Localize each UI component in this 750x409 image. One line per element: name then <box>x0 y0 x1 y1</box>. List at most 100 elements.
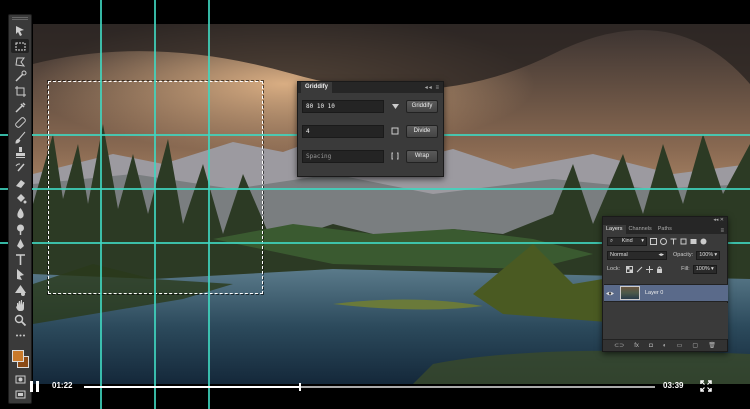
panel-controls[interactable]: ◂◂ ✕ <box>603 217 727 224</box>
trash-icon[interactable]: 🗑 <box>708 342 716 349</box>
spacing-input[interactable]: Spacing <box>302 149 384 163</box>
marquee-icon[interactable] <box>11 39 29 54</box>
edit-toolbar-icon[interactable] <box>11 329 29 343</box>
fullscreen-icon[interactable] <box>700 380 712 392</box>
lock-pixels-icon[interactable] <box>636 266 643 273</box>
tab-layers[interactable]: Layers <box>603 225 626 234</box>
image-filter-icon[interactable] <box>650 237 657 245</box>
griddify-button[interactable]: Griddify <box>406 99 438 113</box>
chevron-down-icon: ▾ <box>710 265 714 272</box>
kind-label: Kind <box>621 237 633 244</box>
lock-all-icon[interactable] <box>656 266 663 273</box>
current-time: 01:22 <box>52 381 73 390</box>
hand-icon[interactable] <box>11 298 29 312</box>
tab-channels[interactable]: Channels <box>626 225 655 234</box>
shape-filter-icon[interactable] <box>680 238 687 245</box>
seek-bar[interactable] <box>84 383 655 391</box>
divide-button[interactable]: Divide <box>406 124 438 138</box>
opacity-value: 100% <box>699 251 714 258</box>
new-layer-icon[interactable]: ▢ <box>692 342 698 349</box>
video-controls: 01:22 03:39 <box>0 375 750 397</box>
eraser-icon[interactable] <box>11 176 29 190</box>
path-select-icon[interactable] <box>11 268 29 282</box>
opacity-input[interactable]: 100% ▾ <box>696 250 721 260</box>
smart-object-filter-icon[interactable] <box>690 238 697 245</box>
type-filter-icon[interactable] <box>670 238 677 245</box>
chevron-down-icon: ▾ <box>641 237 644 244</box>
eyedropper-icon[interactable] <box>11 100 29 114</box>
color-swatches[interactable] <box>10 348 30 369</box>
filter-row: ⌕ Kind ▾ <box>603 234 727 248</box>
panel-grip[interactable] <box>12 17 28 20</box>
griddify-row: 80 10 10 Griddify <box>302 99 441 113</box>
layers-panel: ◂◂ ✕ Layers Channels Paths ≡ ⌕ Kind ▾ No… <box>602 216 728 352</box>
wrap-button[interactable]: Wrap <box>406 149 438 163</box>
lock-label: Lock: <box>607 266 621 272</box>
panel-header[interactable]: Griddify ◂◂ ≡ <box>298 82 443 93</box>
guide-vertical[interactable] <box>208 0 210 409</box>
fill-input[interactable]: 100% ▾ <box>692 264 717 274</box>
seek-bar-progress <box>84 386 299 388</box>
grid-spec-input[interactable]: 80 10 10 <box>302 99 384 113</box>
layer-thumbnail <box>620 286 640 300</box>
wrap-row: Spacing Wrap <box>302 149 441 163</box>
divide-square-icon[interactable] <box>388 125 402 138</box>
brush-icon[interactable] <box>11 131 29 145</box>
opacity-label: Opacity: <box>673 252 694 258</box>
history-brush-icon[interactable] <box>11 161 29 175</box>
fx-icon[interactable]: fx <box>634 343 639 349</box>
divide-input[interactable]: 4 <box>302 124 384 138</box>
layers-footer: ⊂⊃ fx ◘ ◐ ▭ ▢ 🗑 <box>603 339 727 351</box>
search-icon: ⌕ <box>610 237 614 244</box>
adjustment-layer-icon[interactable]: ◐ <box>663 343 667 349</box>
adjustment-filter-icon[interactable] <box>660 237 667 245</box>
chevron-down-icon: ▾ <box>714 251 718 258</box>
panel-title[interactable]: Griddify <box>301 82 333 93</box>
lock-transparency-icon[interactable] <box>626 265 634 273</box>
fill-value: 100% <box>695 265 710 272</box>
type-icon[interactable] <box>11 253 29 267</box>
healing-icon[interactable] <box>11 115 29 129</box>
lasso-icon[interactable] <box>11 54 29 68</box>
guide-vertical[interactable] <box>100 0 102 409</box>
duration: 03:39 <box>663 381 684 390</box>
lock-row: Lock: Fill: 100% ▾ <box>603 262 727 276</box>
pen-icon[interactable] <box>11 237 29 251</box>
panel-menu-icon[interactable]: ≡ <box>720 228 727 234</box>
seek-handle[interactable] <box>298 383 301 391</box>
blend-row: Normal ◂▸ Opacity: 100% ▾ <box>603 248 727 262</box>
stamp-icon[interactable] <box>11 146 29 160</box>
blur-icon[interactable] <box>11 207 29 221</box>
pause-icon[interactable] <box>30 381 40 392</box>
paint-bucket-icon[interactable] <box>11 192 29 206</box>
layer-row[interactable]: Layer 0 <box>604 284 728 302</box>
layer-name[interactable]: Layer 0 <box>645 290 663 296</box>
guide-vertical[interactable] <box>154 0 156 409</box>
panel-tabs: Layers Channels Paths ≡ <box>603 224 727 234</box>
panel-controls[interactable]: ◂◂ ≡ <box>425 84 440 91</box>
zoom-icon[interactable] <box>11 314 29 328</box>
crop-icon[interactable] <box>11 85 29 99</box>
visibility-eye-icon[interactable] <box>604 291 616 296</box>
guide-horizontal[interactable] <box>0 188 750 190</box>
link-layers-icon[interactable]: ⊂⊃ <box>614 342 624 349</box>
add-mask-icon[interactable]: ◘ <box>649 343 653 349</box>
chevron-down-icon[interactable] <box>388 100 402 113</box>
layers-list-empty-area <box>604 303 728 339</box>
dodge-icon[interactable] <box>11 222 29 236</box>
wrap-brackets-icon[interactable] <box>388 150 402 163</box>
filter-toggle-icon[interactable] <box>700 238 707 245</box>
divide-row: 4 Divide <box>302 124 441 138</box>
shape-icon[interactable] <box>11 283 29 297</box>
quick-select-icon[interactable] <box>11 70 29 84</box>
blend-mode-select[interactable]: Normal ◂▸ <box>607 250 667 260</box>
tab-paths[interactable]: Paths <box>655 225 675 234</box>
griddify-panel: Griddify ◂◂ ≡ 80 10 10 Griddify 4 Divide… <box>297 81 444 177</box>
new-group-icon[interactable]: ▭ <box>677 342 683 349</box>
fill-label: Fill: <box>681 266 690 272</box>
kind-filter-select[interactable]: ⌕ Kind ▾ <box>607 236 647 246</box>
lock-position-icon[interactable] <box>646 265 654 273</box>
tools-panel <box>8 14 32 404</box>
foreground-color-swatch[interactable] <box>12 350 24 363</box>
move-icon[interactable] <box>11 24 29 38</box>
